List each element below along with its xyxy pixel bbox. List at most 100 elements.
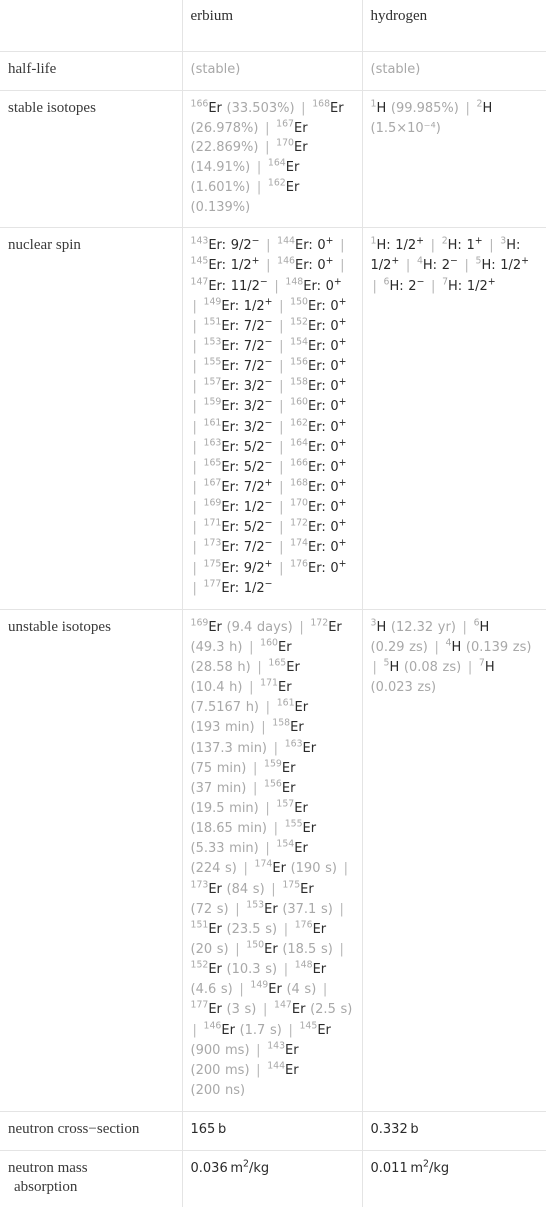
isotope-mass-number: 168	[290, 477, 309, 489]
isotope-mass-number: 149	[250, 979, 269, 991]
isotope-spin-value: 0+	[330, 497, 347, 516]
isotope-spin-value: 3/2−	[243, 397, 273, 415]
isotope-half-life: (9.4 days)	[226, 619, 293, 635]
isotope-half-life: (0.139 zs)	[465, 639, 532, 655]
isotope-spin-parity: +	[338, 417, 347, 429]
isotope-symbol: 2H:	[442, 237, 462, 254]
isotope-symbol: 175Er	[282, 880, 313, 897]
isotope-spin-parity: +	[325, 256, 334, 268]
isotope-spin-value: 2−	[441, 256, 458, 274]
isotope-separator: |	[256, 1062, 261, 1078]
isotope-separator: |	[340, 258, 345, 274]
isotope-separator: |	[405, 258, 411, 274]
isotope-symbol: 145Er:	[190, 256, 227, 274]
element-symbol: H:	[447, 238, 462, 254]
isotope-spin-parity: −	[264, 417, 273, 429]
isotope-mass-number: 152	[290, 316, 309, 328]
isotope-spin-parity: +	[333, 276, 342, 288]
isotope-mass-number: 172	[310, 617, 329, 629]
isotope-spin-value: 3/2−	[243, 376, 273, 395]
isotope-symbol: 172Er:	[290, 517, 326, 536]
nma-hydrogen-value: 0.011	[370, 1160, 408, 1176]
isotope-spin-value: 9/2+	[243, 558, 273, 576]
column-header-erbium: erbium	[181, 0, 363, 52]
isotope-spin-value: 5/2−	[243, 457, 273, 475]
isotope-spin-parity: −	[264, 376, 273, 388]
isotope-spin-parity: −	[264, 538, 273, 550]
element-symbol: Er:	[208, 258, 227, 274]
isotope-separator: |	[301, 100, 306, 116]
isotope-separator: |	[192, 379, 197, 395]
table-row-unstable-isotopes: unstable isotopes 169Er (9.4 days) | 172…	[0, 608, 546, 1113]
isotope-separator: |	[192, 399, 197, 415]
isotope-separator: |	[261, 720, 266, 736]
nma-hydrogen-unit-base: m	[410, 1160, 423, 1176]
isotope-separator: |	[339, 901, 344, 917]
isotope-mass-number: 161	[276, 698, 295, 710]
neutron-mass-absorption-erbium: 0.036 m2/kg	[181, 1149, 363, 1207]
isotope-abundance: (1.601%)	[190, 179, 251, 195]
isotope-separator: |	[279, 520, 284, 536]
isotope-symbol: 151Er	[191, 920, 222, 937]
isotope-separator: |	[283, 962, 289, 978]
isotope-mass-number: 146	[203, 1020, 222, 1032]
isotope-half-life: (224 s)	[190, 861, 237, 877]
element-symbol: Er	[221, 1022, 235, 1038]
isotope-spin-parity: +	[338, 336, 347, 348]
isotope-separator: |	[266, 238, 271, 254]
isotope-mass-number: 166	[190, 98, 209, 110]
table-row-neutron-mass-absorption: neutron mass absorption 0.036 m2/kg 0.011…	[0, 1149, 546, 1207]
isotope-symbol: 160Er	[260, 638, 291, 655]
element-symbol: H	[482, 100, 493, 116]
isotope-symbol: 172Er	[310, 617, 341, 635]
isotope-symbol: 144Er:	[277, 235, 313, 254]
isotope-mass-number: 172	[290, 517, 309, 529]
isotope-separator: |	[465, 100, 470, 116]
isotope-symbol: 1H	[371, 99, 387, 116]
isotope-mass-number: 145	[190, 256, 209, 268]
isotope-separator: |	[279, 338, 284, 354]
isotope-symbol: 156Er:	[290, 358, 326, 375]
element-symbol: Er	[294, 841, 308, 857]
isotope-mass-number: 144	[277, 235, 295, 247]
isotope-mass-number: 161	[203, 417, 222, 429]
isotope-half-life: (3 s)	[226, 1002, 257, 1018]
isotope-spin-value: 0+	[330, 517, 347, 536]
isotope-spin-parity: −	[264, 517, 273, 529]
isotope-spin-parity: −	[264, 356, 273, 368]
isotope-separator: |	[279, 318, 284, 334]
element-symbol: Er:	[221, 298, 240, 314]
isotope-mass-number: 157	[276, 798, 295, 810]
isotope-symbol: 159Er	[264, 759, 295, 776]
nma-erbium-unit-base: m	[230, 1160, 243, 1176]
isotope-spin-value: 0+	[330, 417, 347, 435]
isotope-spin-parity: +	[487, 276, 496, 288]
element-symbol: H	[376, 619, 387, 635]
row-label-stable-isotopes: stable isotopes	[0, 89, 183, 229]
isotope-spin-value: 7/2−	[243, 356, 273, 375]
isotope-symbol: 169Er:	[204, 499, 240, 516]
isotope-symbol: 7H:	[442, 277, 462, 294]
isotope-separator: |	[283, 921, 289, 937]
isotope-mass-number: 148	[294, 959, 313, 971]
isotope-mass-number: 156	[264, 778, 282, 790]
isotope-separator: |	[279, 560, 284, 576]
isotope-half-life: (7.5167 h)	[190, 700, 260, 716]
isotope-mass-number: 173	[203, 538, 222, 550]
isotope-separator: |	[192, 1022, 197, 1038]
isotope-half-life: (12.32 yr)	[390, 619, 456, 635]
isotope-mass-number: 171	[203, 517, 222, 529]
isotope-separator: |	[192, 439, 197, 455]
element-symbol: Er	[272, 861, 286, 877]
element-symbol: Er	[294, 700, 309, 716]
isotope-spin-parity: −	[416, 276, 425, 288]
isotope-symbol: 146Er:	[277, 257, 313, 274]
isotope-mass-number: 168	[312, 98, 331, 110]
isotope-properties-table: erbium hydrogen half-life (stable) (stab…	[0, 0, 546, 1207]
isotope-mass-number: 163	[284, 738, 303, 750]
column-header-hydrogen: hydrogen	[361, 0, 546, 52]
row-label-unstable-isotopes: unstable isotopes	[0, 608, 183, 1113]
isotope-spin-parity: +	[338, 437, 347, 449]
isotope-symbol: 158Er:	[290, 378, 326, 395]
isotope-spin-value: 0+	[330, 296, 347, 314]
